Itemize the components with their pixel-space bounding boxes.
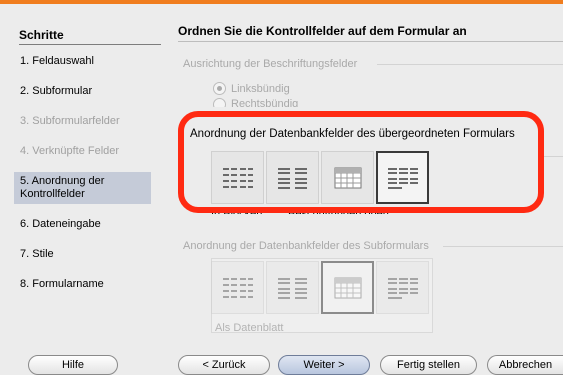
sub-layout-blocks-top-button[interactable] (376, 261, 429, 314)
step-subformularfelder: 3. Subformularfelder (20, 115, 120, 127)
radio-label: Rechtsbündig (231, 98, 299, 107)
radio-selected-icon (213, 82, 226, 95)
group-divider (377, 64, 563, 65)
finish-button[interactable]: Fertig stellen (380, 355, 477, 375)
sub-arrangement-caption: Als Datenblatt (215, 322, 284, 334)
steps-divider (19, 44, 161, 45)
layout-datasheet-icon (334, 277, 361, 298)
radio-label: Linksbündig (231, 82, 290, 95)
radio-rechtsbuendig[interactable]: Rechtsbündig (213, 98, 298, 107)
next-button[interactable]: Weiter > (278, 355, 370, 375)
layout-columnar-left-icon (222, 277, 253, 298)
title-divider (178, 41, 563, 42)
sub-layout-columnar-left-button[interactable] (211, 261, 264, 314)
red-highlight-annotation (178, 111, 544, 213)
step-subformular[interactable]: 2. Subformular (14, 82, 163, 101)
layout-columnar-top-icon (277, 277, 307, 299)
help-button[interactable]: Hilfe (28, 355, 118, 375)
step-dateneingabe[interactable]: 6. Dateneingabe (14, 215, 163, 234)
main-panel: Ordnen Sie die Kontrollfelder auf dem Fo… (163, 4, 563, 334)
sub-arrangement-options (211, 261, 431, 314)
steps-heading: Schritte (19, 28, 64, 42)
sub-arrangement-group-label: Anordnung der Datenbankfelder des Subfor… (183, 240, 429, 252)
radio-unselected-icon (213, 98, 226, 107)
step-formularname[interactable]: 8. Formularname (14, 275, 163, 294)
page-title: Ordnen Sie die Kontrollfelder auf dem Fo… (178, 24, 467, 38)
steps-sidebar: Schritte 1. Feldauswahl 2. Subformular 3… (0, 4, 163, 334)
cancel-button[interactable]: Abbrechen (487, 355, 563, 375)
back-button[interactable]: < Zurück (178, 355, 270, 375)
step-anordnung-der-kontrollfelder[interactable]: 5. Anordnung der Kontrollfelder (14, 172, 151, 204)
label-alignment-group-label: Ausrichtung der Beschriftungsfelder (183, 58, 358, 70)
sub-layout-columnar-top-button[interactable] (266, 261, 319, 314)
step-verknuepfte-felder: 4. Verknüpfte Felder (20, 145, 120, 157)
group-divider (543, 156, 563, 157)
step-feldauswahl[interactable]: 1. Feldauswahl (14, 52, 163, 71)
layout-blocks-top-icon (387, 277, 418, 299)
sub-layout-datasheet-button[interactable] (321, 261, 374, 314)
step-stile[interactable]: 7. Stile (14, 245, 163, 264)
radio-linksbuendig[interactable]: Linksbündig (213, 82, 290, 95)
group-divider (443, 246, 563, 247)
